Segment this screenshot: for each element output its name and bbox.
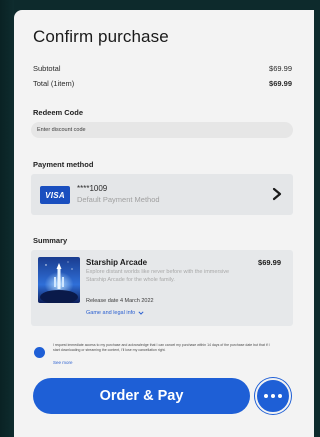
chevron-right-icon <box>272 187 282 201</box>
game-price: $69.99 <box>258 258 281 267</box>
card-subtitle: Default Payment Method <box>77 195 160 204</box>
more-options-button[interactable] <box>255 378 291 414</box>
game-legal-info-link[interactable]: Game and legal info <box>86 310 144 316</box>
subtotal-row: Subtotal $69.99 <box>33 64 292 73</box>
chevron-down-icon <box>138 311 144 315</box>
payment-method-heading: Payment method <box>33 160 94 169</box>
visa-logo: VISA <box>40 186 70 204</box>
more-dots-icon <box>264 394 268 398</box>
more-dot <box>271 394 275 398</box>
game-title: Starship Arcade <box>86 258 148 267</box>
game-cover-art <box>38 257 80 303</box>
release-date: Release date 4 March 2022 <box>86 298 154 304</box>
see-more-link[interactable]: See more <box>53 360 73 365</box>
page-title: Confirm purchase <box>33 27 169 46</box>
total-label: Total (1item) <box>33 79 75 88</box>
legal-link-label: Game and legal info <box>86 310 136 316</box>
total-row: Total (1item) $69.99 <box>33 79 292 88</box>
game-description: Explore distant worlds like never before… <box>86 269 230 283</box>
consent-checkbox[interactable] <box>34 347 45 358</box>
consent-text: I request immediate access to my purchas… <box>53 343 270 352</box>
summary-heading: Summary <box>33 236 68 245</box>
total-value: $69.99 <box>269 79 292 88</box>
purchase-panel: Confirm purchase Subtotal $69.99 Total (… <box>14 10 314 437</box>
payment-method-card[interactable]: VISA ****1009 Default Payment Method <box>31 174 293 215</box>
redeem-code-heading: Redeem Code <box>33 108 84 117</box>
card-number: ****1009 <box>77 184 108 193</box>
subtotal-label: Subtotal <box>33 64 61 73</box>
order-pay-button[interactable]: Order & Pay <box>33 378 250 414</box>
more-dot <box>278 394 282 398</box>
backdrop <box>0 0 14 437</box>
discount-code-input[interactable] <box>31 122 293 138</box>
order-summary-card: Starship Arcade $69.99 Explore distant w… <box>31 250 293 326</box>
subtotal-value: $69.99 <box>269 64 292 73</box>
